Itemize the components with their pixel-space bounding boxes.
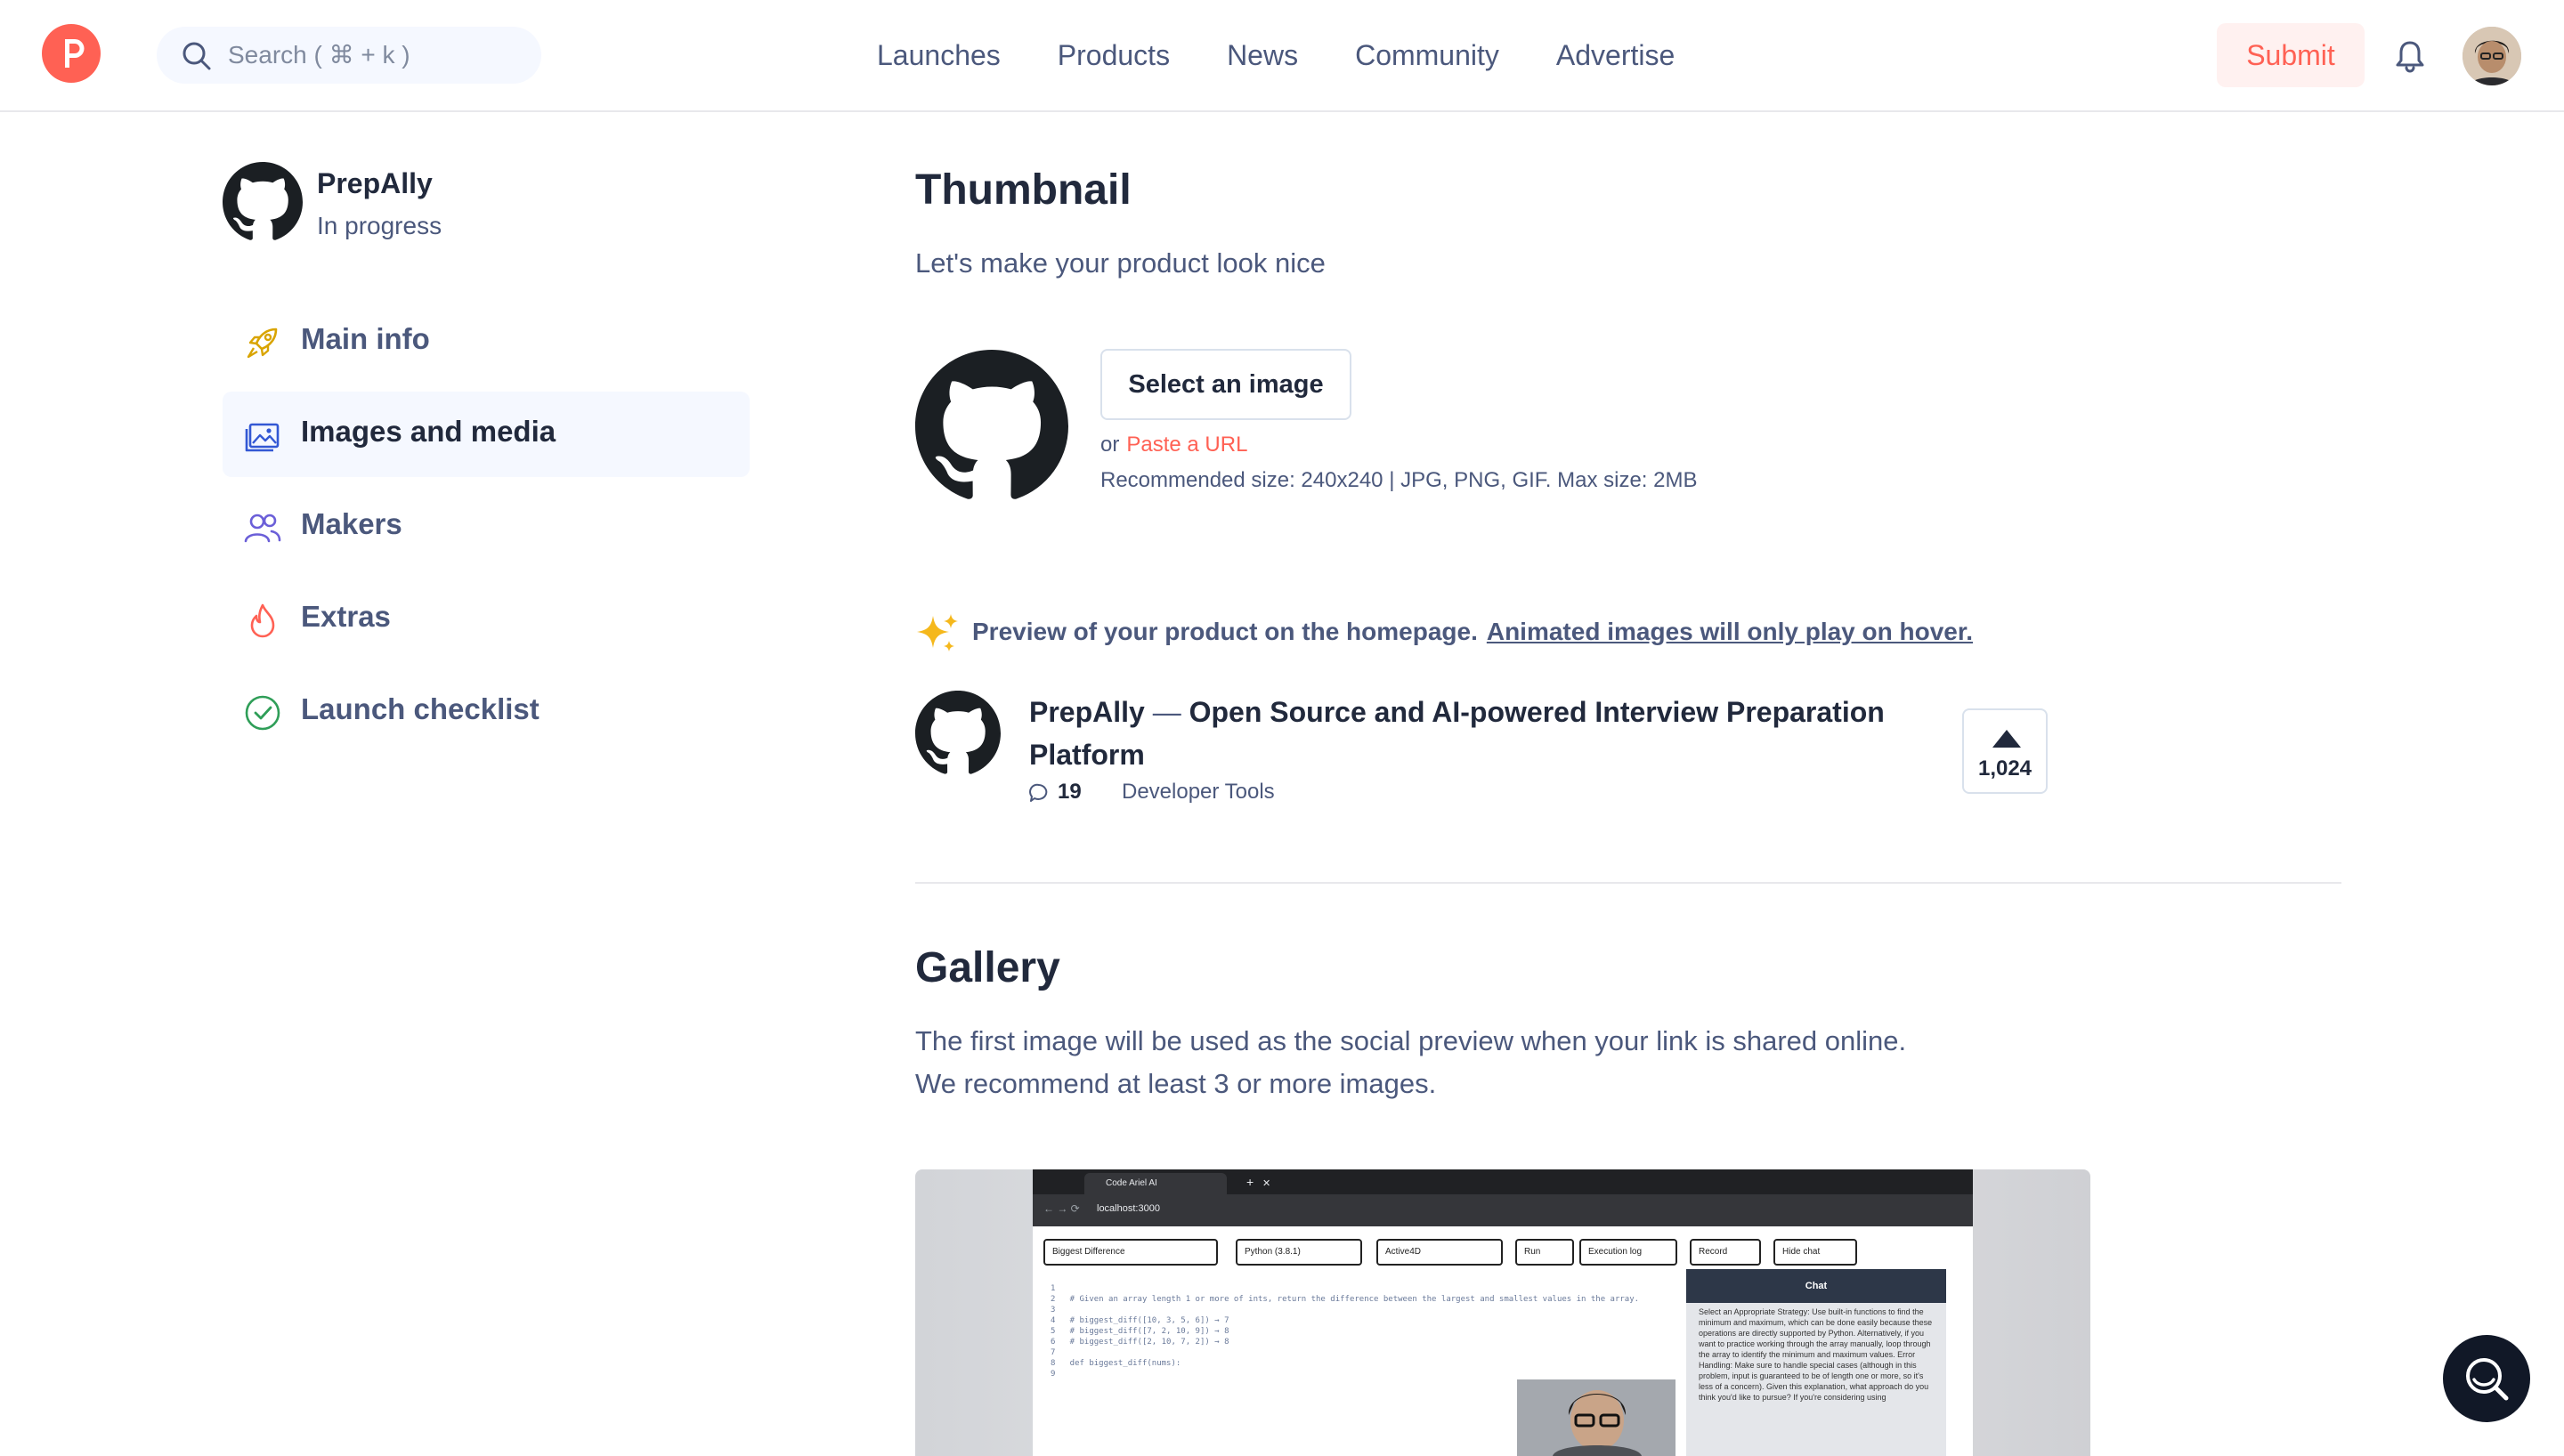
product-status: In progress (317, 212, 442, 239)
product-name: PrepAlly (317, 167, 433, 199)
chat-panel: Chat Select an Appropriate Strategy: Use… (1686, 1269, 1946, 1456)
users-icon (244, 514, 281, 543)
sidebar-item-label: Images and media (301, 415, 556, 448)
thumbnail-subtitle: Let's make your product look nice (915, 247, 1326, 279)
main-nav: Launches Products News Community Adverti… (877, 36, 1675, 75)
user-avatar[interactable] (2463, 27, 2521, 85)
product-card-thumbnail (915, 691, 1001, 774)
record-button: Record (1690, 1239, 1761, 1266)
problem-select: Biggest Difference (1043, 1239, 1218, 1266)
select-image-button[interactable]: Select an image (1100, 349, 1351, 420)
nav-arrows-icon: ← → ⟳ (1043, 1202, 1080, 1215)
browser-address-bar: ← → ⟳ localhost:3000 (1033, 1194, 1973, 1226)
hide-chat-button: Hide chat (1773, 1239, 1857, 1266)
gallery-image[interactable]: Code Ariel AI ✕ + ← → ⟳ localhost:3000 B… (915, 1169, 2090, 1456)
theme-select: Active4D (1376, 1239, 1503, 1266)
comment-count: 19 (1058, 780, 1082, 804)
image-icon (245, 423, 280, 452)
flame-icon (250, 603, 275, 638)
upvote-count: 1,024 (1977, 756, 2033, 781)
language-select: Python (3.8.1) (1236, 1239, 1362, 1266)
check-circle-icon (245, 695, 280, 731)
browser-tab: Code Ariel AI ✕ (1084, 1173, 1270, 1194)
sidebar-item-label: Makers (301, 507, 402, 540)
close-icon: ✕ (1262, 1178, 1271, 1189)
code-editor: 12 # Given an array length 1 or more of … (1051, 1284, 1640, 1379)
nav-news[interactable]: News (1227, 36, 1298, 75)
topic-tag[interactable]: Developer Tools (1122, 780, 1275, 805)
nav-community[interactable]: Community (1355, 36, 1499, 75)
thumbnail-title: Thumbnail (915, 166, 1132, 214)
search-bar[interactable] (157, 27, 541, 84)
sidebar-item-extras[interactable]: Extras (223, 577, 750, 662)
nav-launches[interactable]: Launches (877, 36, 1001, 75)
sidebar-item-main-info[interactable]: Main info (223, 299, 750, 384)
nav-advertise[interactable]: Advertise (1556, 36, 1675, 75)
nav-products[interactable]: Products (1058, 36, 1170, 75)
app-toolbar: Biggest Difference Python (3.8.1) Active… (1033, 1226, 1973, 1273)
product-hunt-logo[interactable] (42, 24, 101, 83)
chat-message: Select an Appropriate Strategy: Use buil… (1699, 1307, 1933, 1402)
search-input[interactable] (228, 37, 522, 73)
gallery-description-line-1: The first image will be used as the soci… (915, 1025, 1907, 1056)
new-tab-icon: + (1246, 1175, 1254, 1189)
comment-icon (1029, 783, 1048, 802)
sidebar-item-label: Main info (301, 322, 430, 355)
or-text: or (1100, 433, 1120, 457)
webcam-preview (1517, 1379, 1676, 1456)
sidebar-item-images-and-media[interactable]: Images and media (223, 392, 750, 477)
card-product-name: PrepAlly (1029, 696, 1145, 728)
preview-text: Preview of your product on the homepage. (972, 618, 1478, 645)
card-separator: — (1152, 696, 1181, 728)
gallery-description-line-2: We recommend at least 3 or more images. (915, 1068, 1437, 1099)
browser-tab-title: Code Ariel AI (1106, 1178, 1157, 1188)
bell-icon[interactable] (2395, 39, 2425, 73)
top-header: Launches Products News Community Adverti… (0, 0, 2564, 112)
animated-images-link[interactable]: Animated images will only play on hover. (1487, 618, 1973, 645)
search-chat-icon (2466, 1358, 2509, 1401)
browser-url: localhost:3000 (1097, 1203, 1160, 1214)
gallery-title: Gallery (915, 944, 1060, 991)
chat-panel-title: Chat (1686, 1269, 1946, 1303)
help-chat-button[interactable] (2443, 1335, 2530, 1422)
run-button: Run (1515, 1239, 1574, 1266)
screenshot-browser-window: Code Ariel AI ✕ + ← → ⟳ localhost:3000 B… (1033, 1169, 1973, 1456)
sparkles-icon (917, 614, 958, 651)
search-icon (183, 42, 211, 70)
execution-log-button: Execution log (1579, 1239, 1677, 1266)
upvote-button[interactable]: 1,024 (1962, 708, 2048, 794)
sidebar-item-label: Extras (301, 600, 391, 633)
paste-url-link[interactable]: Paste a URL (1126, 433, 1247, 457)
recommended-size-hint: Recommended size: 240x240 | JPG, PNG, GI… (1100, 468, 1698, 492)
rocket-icon (247, 328, 278, 359)
submit-button[interactable]: Submit (2217, 23, 2365, 87)
sidebar-item-launch-checklist[interactable]: Launch checklist (223, 669, 750, 755)
section-divider (915, 882, 2341, 884)
upvote-arrow-icon (1992, 730, 2021, 748)
sidebar-item-makers[interactable]: Makers (223, 484, 750, 570)
sidebar-item-label: Launch checklist (301, 692, 540, 725)
github-logo-icon (223, 162, 303, 240)
browser-tab-bar: Code Ariel AI ✕ + (1033, 1169, 1973, 1194)
paste-url-line: or Paste a URL (1100, 433, 1247, 457)
thumbnail-preview-image (915, 350, 1068, 499)
product-card-title[interactable]: PrepAlly — Open Source and AI-powered In… (1029, 691, 1919, 776)
